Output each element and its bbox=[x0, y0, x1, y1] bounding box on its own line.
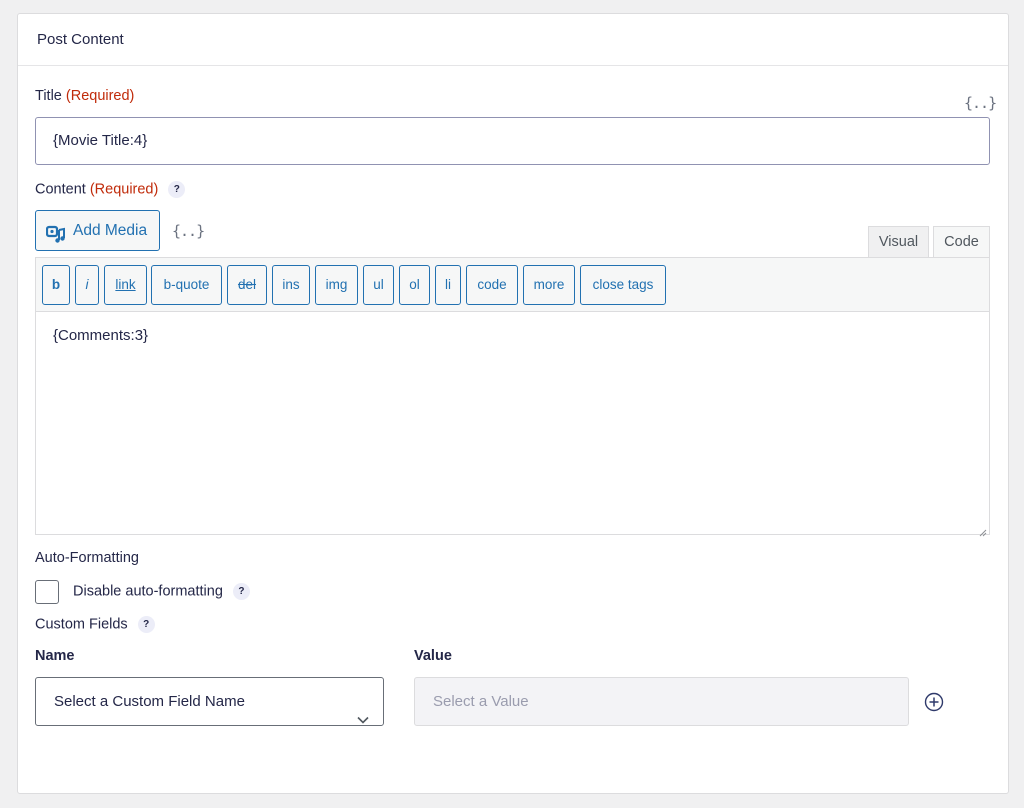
title-label-text: Title bbox=[35, 88, 62, 104]
quicktag-italic-button[interactable]: i bbox=[75, 265, 99, 305]
custom-field-value-header: Value bbox=[414, 648, 452, 664]
tab-visual[interactable]: Visual bbox=[868, 226, 929, 258]
content-merge-tag-icon[interactable]: {..} bbox=[172, 222, 205, 240]
title-required-text: (Required) bbox=[65, 88, 135, 104]
tab-code[interactable]: Code bbox=[933, 226, 990, 258]
quicktag-bold-button[interactable]: b bbox=[42, 265, 70, 305]
panel-header: Post Content bbox=[18, 14, 1008, 66]
custom-field-name-header: Name bbox=[35, 648, 75, 664]
quicktags-toolbar: b i link b-quote del ins img ul ol li co… bbox=[35, 257, 990, 312]
title-merge-tag-icon[interactable]: {..} bbox=[964, 94, 997, 112]
quicktag-close-tags-button[interactable]: close tags bbox=[580, 265, 666, 305]
content-help-icon[interactable]: ? bbox=[168, 181, 186, 198]
quicktag-ol-button[interactable]: ol bbox=[399, 265, 430, 305]
quicktag-more-button[interactable]: more bbox=[523, 265, 575, 305]
content-label: Content (Required) ? bbox=[35, 181, 186, 198]
disable-auto-formatting-label[interactable]: Disable auto-formatting bbox=[73, 583, 223, 599]
disable-auto-formatting-checkbox[interactable] bbox=[35, 580, 59, 604]
quicktag-ul-button[interactable]: ul bbox=[363, 265, 394, 305]
disable-auto-formatting-row: Disable auto-formatting ? bbox=[73, 583, 250, 600]
resize-handle-icon[interactable] bbox=[979, 524, 987, 537]
content-editor-textarea[interactable]: {Comments:3} bbox=[35, 311, 990, 537]
custom-fields-help-icon[interactable]: ? bbox=[137, 616, 155, 633]
custom-field-value-input[interactable]: Select a Value bbox=[414, 677, 909, 726]
quicktag-li-button[interactable]: li bbox=[435, 265, 461, 305]
custom-fields-label-text: Custom Fields bbox=[35, 616, 128, 633]
auto-formatting-label: Auto-Formatting bbox=[35, 550, 139, 566]
quicktag-ins-button[interactable]: ins bbox=[272, 265, 310, 305]
quicktag-del-button[interactable]: del bbox=[227, 265, 267, 305]
custom-field-name-select[interactable]: Select a Custom Field Name bbox=[35, 677, 384, 726]
add-media-icon bbox=[45, 221, 66, 260]
quicktag-code-button[interactable]: code bbox=[466, 265, 518, 305]
add-media-button[interactable]: Add Media bbox=[35, 210, 160, 251]
post-content-panel: Post Content Title (Required) {..} {Movi… bbox=[17, 13, 1009, 794]
content-required-text: (Required) bbox=[89, 181, 159, 198]
content-editor-text: {Comments:3} bbox=[53, 327, 149, 344]
custom-field-name-selected: Select a Custom Field Name bbox=[54, 693, 245, 710]
quicktag-img-button[interactable]: img bbox=[315, 265, 358, 305]
quicktag-blockquote-button[interactable]: b-quote bbox=[151, 265, 222, 305]
title-input[interactable]: {Movie Title:4} bbox=[35, 117, 990, 165]
custom-fields-label: Custom Fields ? bbox=[35, 616, 155, 633]
plus-circle-icon[interactable] bbox=[924, 692, 944, 712]
chevron-down-icon bbox=[357, 696, 369, 743]
title-label: Title (Required) bbox=[35, 88, 134, 104]
add-media-label: Add Media bbox=[73, 222, 148, 239]
content-label-text: Content bbox=[35, 181, 86, 198]
quicktag-link-button[interactable]: link bbox=[104, 265, 147, 305]
panel-title: Post Content bbox=[37, 31, 124, 48]
auto-formatting-help-icon[interactable]: ? bbox=[232, 583, 250, 600]
